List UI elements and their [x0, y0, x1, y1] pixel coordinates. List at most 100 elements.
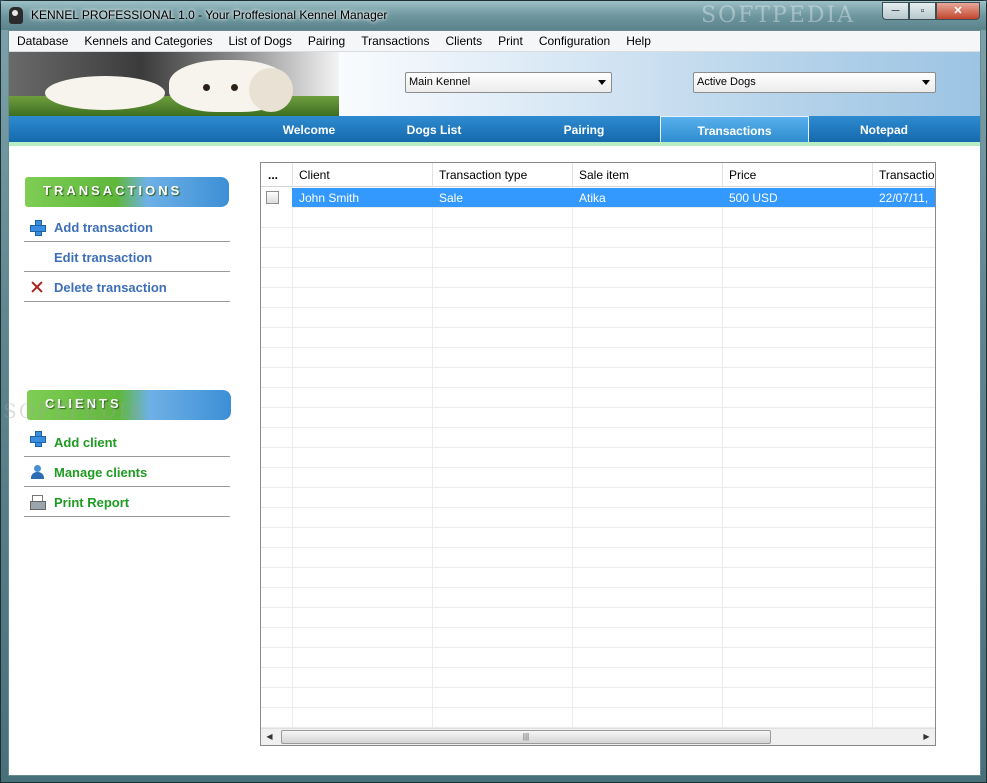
tab-pairing[interactable]: Pairing	[509, 116, 659, 142]
print-report-label: Print Report	[54, 495, 130, 510]
column-header-transaction-type[interactable]: Transaction type	[433, 163, 573, 187]
print-report-link[interactable]: Print Report	[24, 487, 230, 517]
watermark: SOFTPEDIA	[3, 399, 145, 423]
empty-row	[261, 328, 935, 348]
tab-transactions[interactable]: Transactions	[660, 116, 809, 145]
transactions-section-title: TRANSACTIONS	[43, 183, 183, 198]
scroll-left-arrow-icon[interactable]: ◀	[261, 729, 278, 745]
empty-row	[261, 348, 935, 368]
chevron-down-icon	[598, 80, 606, 85]
minimize-button[interactable]: ─	[882, 2, 909, 20]
empty-row	[261, 268, 935, 288]
cell-transaction-date: 22/07/11,	[879, 191, 929, 205]
delete-transaction-link[interactable]: Delete transaction	[24, 272, 230, 302]
empty-row	[261, 208, 935, 228]
dog-filter-select[interactable]: Active Dogs	[693, 72, 936, 93]
empty-row	[261, 308, 935, 328]
empty-row	[261, 228, 935, 248]
empty-row	[261, 568, 935, 588]
delete-x-icon	[30, 280, 44, 294]
grid-header: ... Client Transaction type Sale item Pr…	[261, 163, 935, 187]
window-controls: ─ ▫ ✕	[882, 2, 980, 20]
manage-clients-label: Manage clients	[54, 465, 148, 480]
horizontal-scrollbar[interactable]: ◀ ||| ▶	[261, 728, 935, 745]
tab-underline	[9, 142, 980, 146]
empty-row	[261, 488, 935, 508]
row-checkbox[interactable]	[266, 191, 279, 204]
plus-icon	[30, 220, 46, 236]
empty-row	[261, 408, 935, 428]
empty-row	[261, 368, 935, 388]
transactions-grid[interactable]: ... Client Transaction type Sale item Pr…	[260, 162, 936, 746]
column-header-price[interactable]: Price	[723, 163, 873, 187]
menu-print[interactable]: Print	[490, 31, 531, 51]
printer-icon	[30, 495, 46, 510]
title-bar[interactable]: KENNEL PROFESSIONAL 1.0 - Your Proffesio…	[1, 1, 986, 30]
menu-help[interactable]: Help	[618, 31, 659, 51]
column-header-transaction[interactable]: Transaction	[873, 163, 935, 187]
transactions-section-header: TRANSACTIONS	[25, 177, 229, 207]
empty-row	[261, 508, 935, 528]
empty-row	[261, 388, 935, 408]
tab-bar: Welcome Dogs List Pairing Transactions N…	[9, 116, 980, 145]
empty-row	[261, 528, 935, 548]
delete-transaction-label: Delete transaction	[54, 280, 167, 295]
scroll-thumb[interactable]: |||	[281, 730, 771, 744]
app-dog-icon	[9, 7, 23, 24]
client-area: Database Kennels and Categories List of …	[3, 30, 981, 776]
table-row[interactable]: John Smith Sale Atika 500 USD 22/07/11,	[261, 188, 935, 208]
empty-row	[261, 608, 935, 628]
tab-notepad[interactable]: Notepad	[809, 116, 959, 142]
menu-pairing[interactable]: Pairing	[300, 31, 353, 51]
kennel-select-value: Main Kennel	[409, 76, 471, 88]
empty-row	[261, 648, 935, 668]
user-icon	[30, 465, 44, 479]
add-client-label: Add client	[54, 435, 117, 450]
add-transaction-label: Add transaction	[54, 220, 153, 235]
cell-client: John Smith	[299, 191, 360, 205]
manage-clients-link[interactable]: Manage clients	[24, 457, 230, 487]
menu-kennels-and-categories[interactable]: Kennels and Categories	[76, 31, 220, 51]
edit-transaction-link[interactable]: Edit transaction	[24, 242, 230, 272]
puppies-photo	[9, 52, 339, 116]
menu-list-of-dogs[interactable]: List of Dogs	[220, 31, 299, 51]
window-title: KENNEL PROFESSIONAL 1.0 - Your Proffesio…	[31, 8, 388, 22]
empty-row	[261, 708, 935, 728]
cell-transaction-type: Sale	[439, 191, 464, 205]
menu-database[interactable]: Database	[9, 31, 76, 51]
add-transaction-link[interactable]: Add transaction	[24, 212, 230, 242]
app-window: KENNEL PROFESSIONAL 1.0 - Your Proffesio…	[0, 0, 987, 783]
menu-configuration[interactable]: Configuration	[531, 31, 618, 51]
column-header-sale-item[interactable]: Sale item	[573, 163, 723, 187]
edit-transaction-label: Edit transaction	[54, 250, 153, 265]
tab-welcome[interactable]: Welcome	[249, 116, 369, 142]
scroll-right-arrow-icon[interactable]: ▶	[918, 729, 935, 745]
empty-row	[261, 448, 935, 468]
menu-clients[interactable]: Clients	[437, 31, 490, 51]
header-banner: Main Kennel Active Dogs	[9, 52, 980, 116]
empty-row	[261, 428, 935, 448]
dog-filter-select-value: Active Dogs	[697, 76, 756, 88]
watermark: SOFTPEDIA	[701, 3, 856, 28]
empty-row	[261, 548, 935, 568]
plus-icon	[30, 431, 46, 447]
empty-row	[261, 628, 935, 648]
cell-sale-item: Atika	[579, 191, 606, 205]
column-header-client[interactable]: Client	[293, 163, 433, 187]
tab-dogs-list[interactable]: Dogs List	[369, 116, 499, 142]
empty-row	[261, 688, 935, 708]
add-client-link[interactable]: Add client	[24, 427, 230, 457]
empty-row	[261, 248, 935, 268]
column-header-select[interactable]: ...	[261, 163, 293, 187]
empty-row	[261, 288, 935, 308]
menu-bar: Database Kennels and Categories List of …	[9, 31, 980, 52]
empty-row	[261, 588, 935, 608]
kennel-select[interactable]: Main Kennel	[405, 72, 612, 93]
close-button[interactable]: ✕	[936, 2, 980, 20]
empty-row	[261, 468, 935, 488]
empty-row	[261, 668, 935, 688]
maximize-button[interactable]: ▫	[909, 2, 936, 20]
chevron-down-icon	[922, 80, 930, 85]
menu-transactions[interactable]: Transactions	[353, 31, 437, 51]
cell-price: 500 USD	[729, 191, 778, 205]
